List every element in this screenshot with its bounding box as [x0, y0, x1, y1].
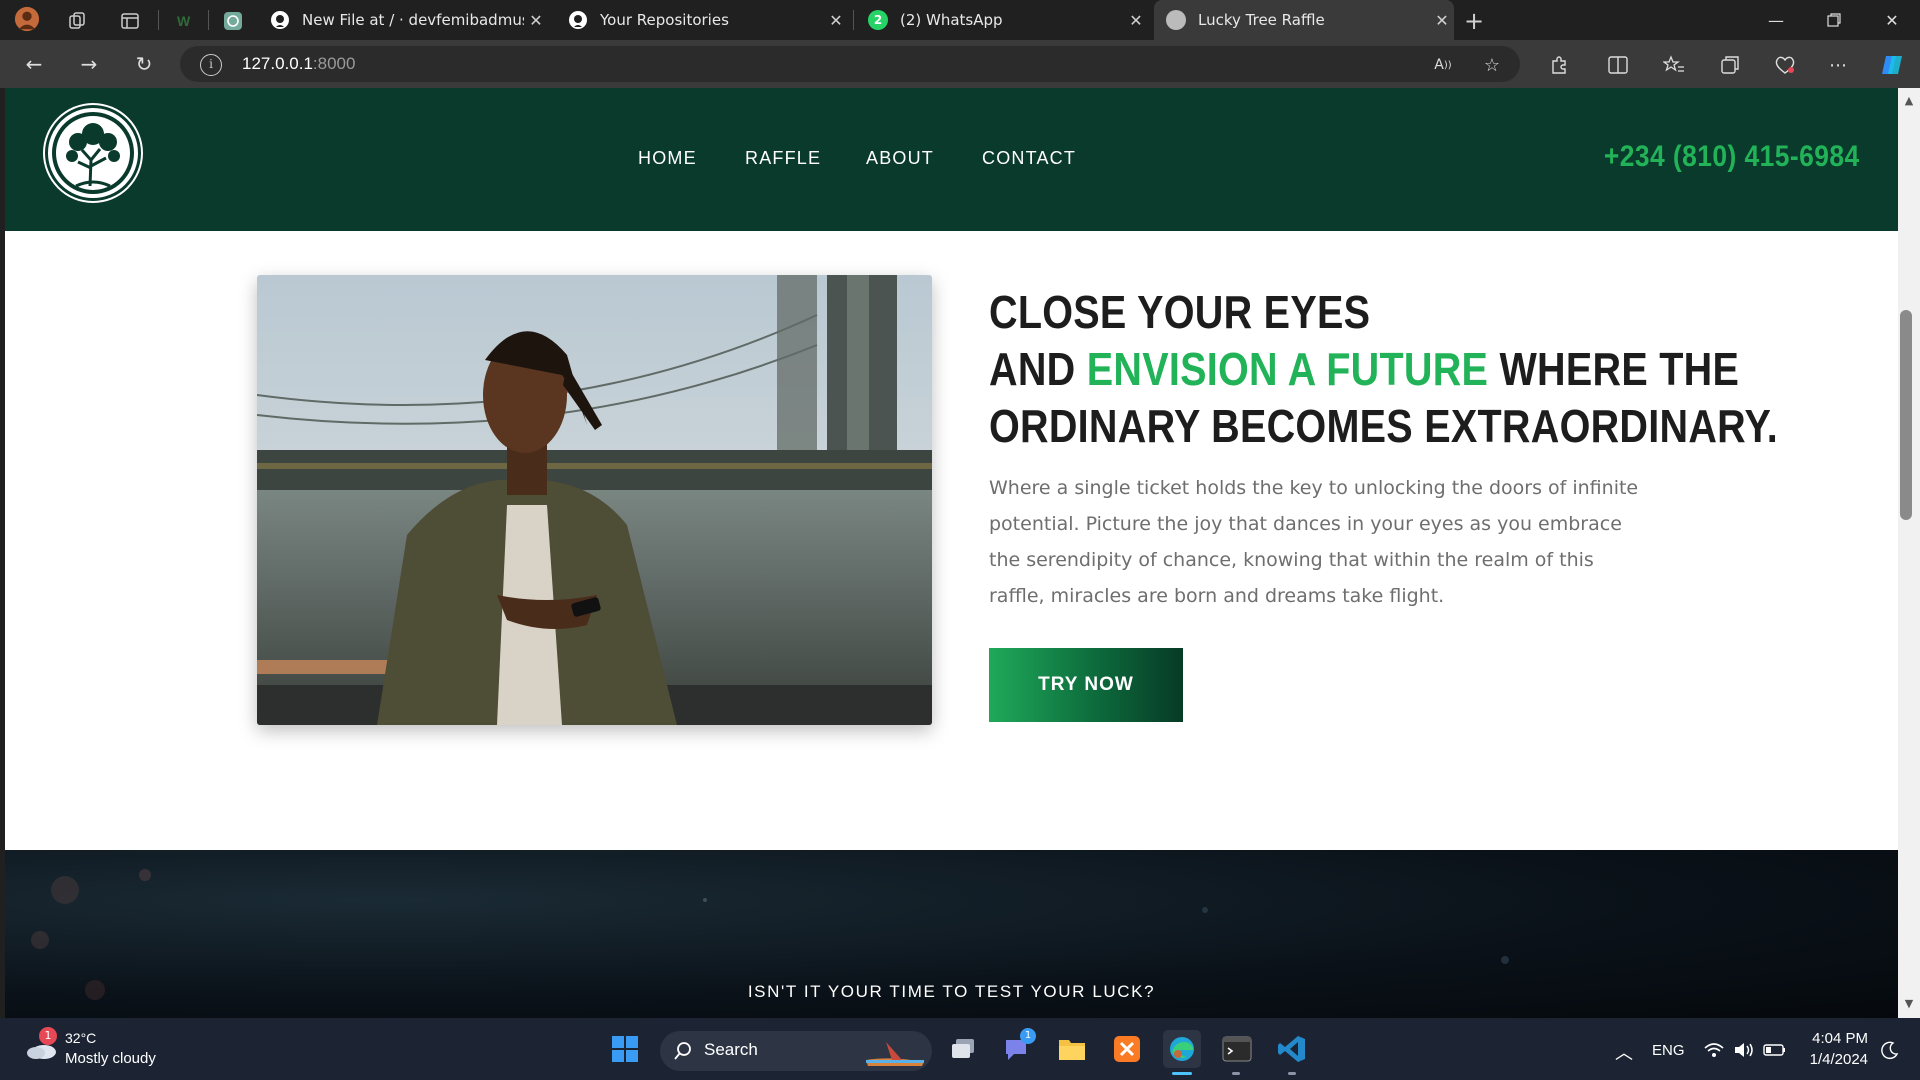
edge-icon[interactable] — [1163, 1030, 1201, 1068]
tree-logo[interactable] — [45, 105, 141, 201]
more-options-icon[interactable]: ⋯ — [1823, 52, 1853, 78]
notification-moon-icon[interactable] — [1880, 1040, 1900, 1060]
close-icon[interactable]: ✕ — [1124, 11, 1148, 30]
workspaces-icon[interactable] — [64, 8, 90, 34]
headline-line-3: ORDINARY BECOMES EXTRAORDINARY. — [989, 400, 1779, 452]
tab-lucky-tree-raffle[interactable]: Lucky Tree Raffle ✕ — [1154, 0, 1454, 40]
github-icon — [270, 10, 290, 30]
hero-photo — [257, 275, 932, 725]
tab-whatsapp[interactable]: 2 (2) WhatsApp ✕ — [856, 0, 1148, 40]
clock-date[interactable]: 1/4/2024 — [1806, 1051, 1868, 1068]
volume-icon[interactable] — [1733, 1040, 1755, 1060]
weather-description[interactable]: Mostly cloudy — [65, 1050, 156, 1067]
favorite-star-icon[interactable]: ☆ — [1477, 52, 1507, 78]
nav-about[interactable]: ABOUT — [866, 148, 934, 169]
nav-contact[interactable]: CONTACT — [982, 148, 1076, 169]
search-label: Search — [704, 1040, 758, 1059]
vscode-icon[interactable] — [1273, 1030, 1311, 1068]
headline-line-1: CLOSE YOUR EYES — [989, 286, 1371, 338]
read-aloud-icon[interactable]: A)) — [1428, 52, 1458, 78]
profile-avatar[interactable] — [14, 6, 40, 32]
phone-number[interactable]: +234 (810) 415-6984 — [1604, 140, 1860, 174]
pinned-tab-chatgpt-icon[interactable] — [220, 8, 246, 34]
chat-badge: 1 — [1020, 1028, 1036, 1044]
extensions-icon[interactable] — [1544, 52, 1574, 78]
address-bar[interactable] — [180, 46, 1520, 82]
tab-actions-icon[interactable] — [117, 8, 143, 34]
terminal-running-indicator — [1232, 1072, 1240, 1075]
task-view-icon[interactable] — [944, 1030, 982, 1068]
browser-essentials-icon[interactable] — [1770, 52, 1800, 78]
copilot-icon[interactable] — [1878, 52, 1908, 78]
page-scrollbar[interactable] — [1898, 88, 1920, 1018]
new-tab-icon[interactable]: + — [1461, 7, 1487, 35]
tab-separator — [158, 10, 159, 30]
github-icon — [568, 10, 588, 30]
luck-banner: ISN'T IT YOUR TIME TO TEST YOUR LUCK? — [5, 850, 1898, 1018]
window-close-icon[interactable]: ✕ — [1864, 0, 1920, 40]
search-icon — [672, 1040, 694, 1062]
battery-icon[interactable] — [1763, 1042, 1787, 1058]
forward-icon[interactable]: → — [73, 50, 105, 78]
close-icon[interactable]: ✕ — [524, 11, 548, 30]
terminal-icon[interactable] — [1218, 1030, 1256, 1068]
favorites-icon[interactable] — [1659, 52, 1689, 78]
site-header: HOME RAFFLE ABOUT CONTACT +234 (810) 415… — [5, 88, 1898, 231]
start-windows-icon[interactable] — [606, 1030, 644, 1068]
try-now-button[interactable]: TRY NOW — [989, 648, 1183, 722]
edge-running-indicator — [1172, 1072, 1192, 1075]
tab-title: New File at / · devfemibadmus/ra — [302, 11, 524, 29]
file-explorer-icon[interactable] — [1053, 1030, 1091, 1068]
weather-temperature[interactable]: 32°C — [65, 1030, 96, 1046]
wifi-icon[interactable] — [1703, 1040, 1725, 1060]
language-indicator[interactable]: ENG — [1652, 1042, 1685, 1059]
weather-badge: 1 — [39, 1027, 57, 1045]
hero-description: Where a single ticket holds the key to u… — [989, 477, 1639, 607]
scrollbar-thumb[interactable] — [1900, 310, 1912, 520]
search-highlight-icon — [862, 1034, 928, 1068]
minimize-icon[interactable]: — — [1748, 0, 1804, 40]
headline-line-2: AND ENVISION A FUTURE WHERE THE — [989, 343, 1740, 395]
banner-tagline: ISN'T IT YOUR TIME TO TEST YOUR LUCK? — [747, 982, 1156, 1001]
scroll-down-icon[interactable]: ▼ — [1898, 995, 1920, 1013]
site-info-icon[interactable]: i — [200, 54, 222, 76]
split-screen-icon[interactable] — [1603, 52, 1633, 78]
clock-time[interactable]: 4:04 PM — [1806, 1030, 1868, 1047]
xampp-icon[interactable] — [1108, 1030, 1146, 1068]
site-icon — [1166, 10, 1186, 30]
refresh-icon[interactable]: ↻ — [128, 50, 160, 78]
tab-separator — [853, 10, 854, 30]
page-viewport: HOME RAFFLE ABOUT CONTACT +234 (810) 415… — [5, 88, 1898, 1018]
nav-raffle[interactable]: RAFFLE — [745, 148, 821, 169]
vscode-running-indicator — [1288, 1072, 1296, 1075]
svg-text:W: W — [177, 13, 191, 29]
back-icon[interactable]: ← — [18, 50, 50, 78]
headline-accent: ENVISION A FUTURE — [1086, 343, 1489, 395]
pinned-tab-wp-icon[interactable]: W — [172, 8, 198, 34]
url-text[interactable]: 127.0.0.1:8000 — [242, 54, 355, 74]
tab-title: Your Repositories — [600, 11, 729, 29]
hero-headline: CLOSE YOUR EYES AND ENVISION A FUTURE WH… — [989, 284, 1779, 455]
close-icon[interactable]: ✕ — [824, 11, 848, 30]
close-icon[interactable]: ✕ — [1430, 11, 1454, 30]
show-hidden-icons-icon[interactable]: ︿ — [1615, 1039, 1633, 1065]
restore-icon[interactable] — [1806, 0, 1862, 40]
tab-github-new-file[interactable]: New File at / · devfemibadmus/ra ✕ — [258, 0, 548, 40]
tab-title: (2) WhatsApp — [900, 11, 1003, 29]
whatsapp-icon: 2 — [868, 10, 888, 30]
tab-title: Lucky Tree Raffle — [1198, 11, 1325, 29]
nav-home[interactable]: HOME — [638, 148, 697, 169]
collections-icon[interactable] — [1715, 52, 1745, 78]
tab-separator — [208, 10, 209, 30]
tab-your-repositories[interactable]: Your Repositories ✕ — [556, 0, 848, 40]
scroll-up-icon[interactable]: ▲ — [1898, 92, 1920, 110]
